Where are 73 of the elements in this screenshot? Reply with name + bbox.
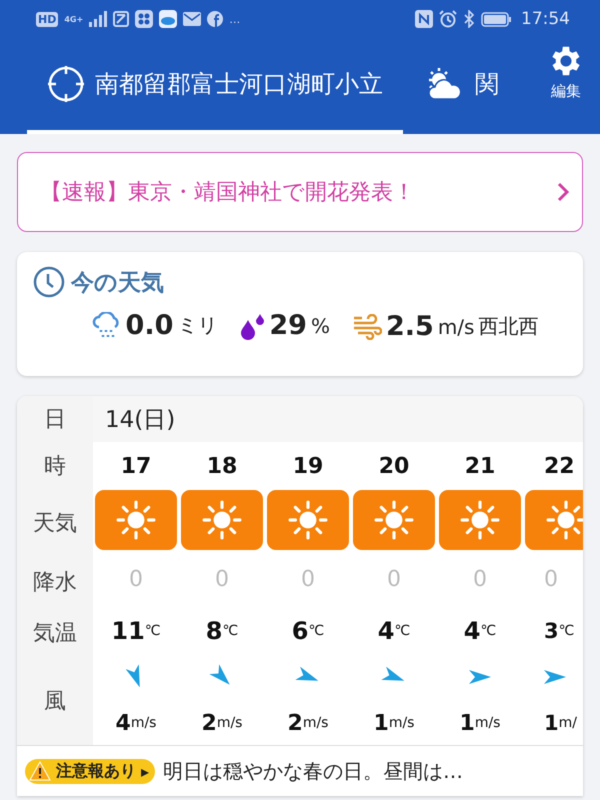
precipitation-value: 0	[473, 566, 487, 594]
battery-icon	[481, 12, 511, 26]
location-tab[interactable]: 関	[403, 38, 521, 134]
chevron-right-icon	[556, 181, 570, 203]
signal-icon	[89, 11, 108, 27]
section-title: 今の天気	[71, 268, 164, 298]
row-label: 風	[44, 688, 66, 716]
wind-speed: 1m/s	[374, 710, 414, 738]
more-notifications: …	[229, 12, 240, 26]
alarm-icon	[439, 10, 457, 28]
wind-speed: 2 m/s	[288, 710, 328, 738]
humidity-unit: %	[310, 314, 330, 338]
news-banner[interactable]: 【速報】東京・靖国神社で開花発表！	[17, 152, 583, 232]
temperature-value: 6℃	[292, 616, 324, 647]
sun-icon	[287, 499, 329, 541]
clock-time: 17:54	[521, 9, 570, 29]
precipitation-value: 0	[301, 566, 315, 594]
hour-label: 17	[120, 452, 152, 480]
sun-icon	[201, 499, 243, 541]
temperature-value: 3℃	[544, 618, 574, 645]
news-text: 【速報】東京・靖国神社で開花発表！	[40, 179, 416, 207]
wind-icon	[352, 314, 382, 340]
sun-icon	[459, 499, 501, 541]
precipitation-value: 0	[387, 566, 401, 594]
sun-icon	[373, 499, 415, 541]
rain-unit: ミリ	[177, 312, 218, 339]
temperature-value: 8℃	[206, 616, 238, 647]
warning-icon	[29, 761, 51, 781]
wind-speed: 1m/	[544, 710, 577, 737]
warning-badge[interactable]: 注意報あり ▸	[25, 758, 156, 784]
row-label: 時	[44, 453, 66, 481]
hour-label: 21	[464, 452, 496, 480]
sun-icon	[115, 499, 157, 541]
wind-arrow-icon	[469, 670, 491, 684]
clock-icon	[33, 266, 65, 298]
crosshair-icon	[47, 65, 85, 103]
row-label: 天気	[33, 510, 77, 538]
row-label: 降水	[33, 569, 77, 597]
humidity-value: 29	[269, 310, 307, 341]
hour-label: 20	[378, 452, 410, 480]
precipitation-value: 0	[544, 566, 558, 594]
app-icon	[113, 11, 130, 27]
row-label: 日	[44, 406, 66, 434]
bluetooth-icon	[463, 10, 475, 28]
hd-badge: HD	[36, 12, 58, 26]
temperature-value: 11℃	[111, 616, 161, 647]
mail-icon	[183, 12, 202, 26]
wind-speed-value: 2.5	[386, 311, 434, 342]
forecast-summary: 明日は穏やかな春の日。昼間は…	[163, 758, 464, 784]
wind-speed: 4m/s	[116, 710, 156, 738]
apps-grid-icon	[135, 10, 154, 28]
wind-speed: 2 m/s	[202, 710, 242, 738]
cloud-app-icon	[159, 10, 178, 28]
wind-arrow-icon	[544, 670, 566, 684]
wind-speed: 1m/s	[460, 710, 500, 738]
date-header: 14(日)	[93, 396, 583, 442]
sun-icon	[545, 499, 583, 541]
wind-direction: 西北西	[478, 313, 538, 340]
hour-label: 22	[544, 452, 575, 480]
hour-label: 18	[206, 452, 238, 480]
round-app-icon	[207, 11, 224, 27]
row-label: 気温	[33, 620, 77, 648]
precipitation-value: 0	[129, 566, 143, 594]
precipitation-value: 0	[215, 566, 229, 594]
temperature-value: 4℃	[378, 616, 410, 647]
droplets-icon	[239, 312, 266, 340]
temperature-value: 4℃	[464, 616, 496, 647]
rain-value: 0.0	[126, 310, 174, 341]
network-type: 4G+	[64, 14, 84, 24]
wind-speed-unit: m/s	[438, 314, 474, 338]
hour-label: 19	[292, 452, 324, 480]
location-tab[interactable]: 南都留郡富士河口湖町小立	[27, 38, 403, 134]
nfc-icon	[415, 10, 433, 28]
